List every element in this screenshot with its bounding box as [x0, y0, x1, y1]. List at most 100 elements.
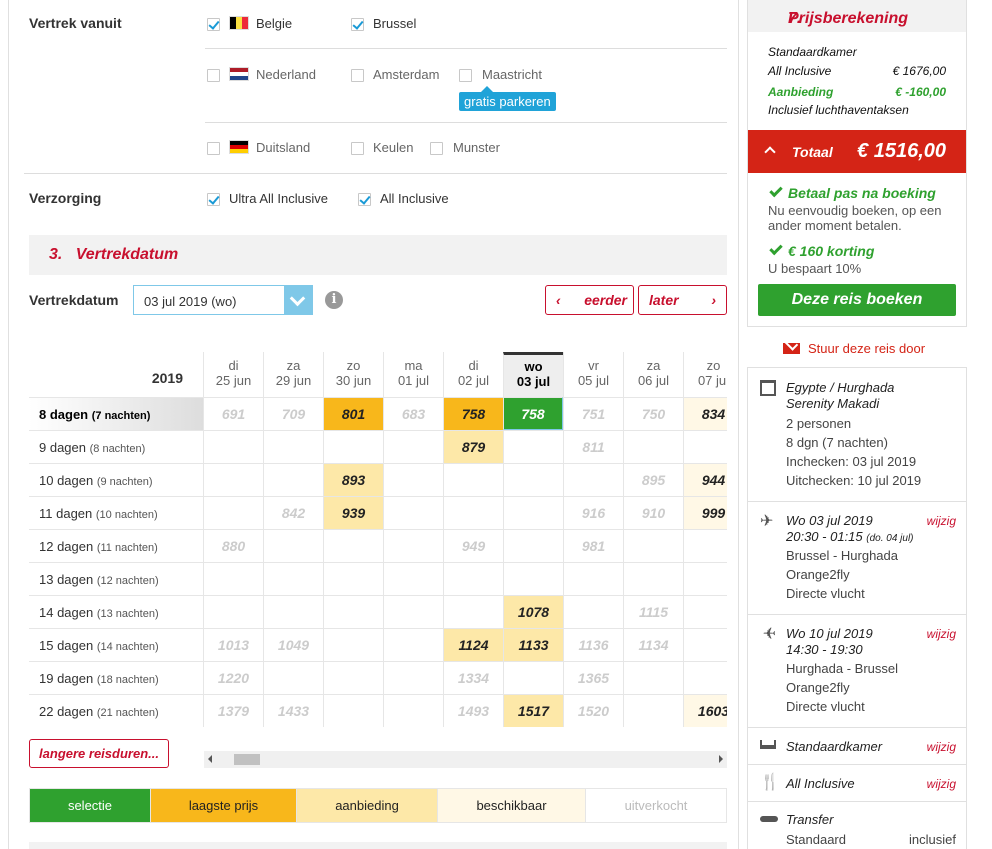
duration: 8 dgn (7 nachten): [786, 435, 888, 450]
price-cell[interactable]: 981: [563, 529, 623, 562]
earlier-button[interactable]: ‹ eerder: [545, 285, 634, 315]
price-cell[interactable]: 1115: [623, 595, 683, 628]
price-cell[interactable]: 1493: [443, 694, 503, 727]
price-cell[interactable]: 999: [683, 496, 727, 529]
price-cell[interactable]: 939: [323, 496, 383, 529]
country-nederland[interactable]: Nederland: [256, 67, 316, 82]
longer-durations-button[interactable]: langere reisduren...: [29, 739, 169, 768]
usp-discount-title: € 160 korting: [788, 243, 875, 259]
checkbox-belgie[interactable]: [207, 18, 220, 31]
price-cell[interactable]: 1603: [683, 694, 727, 727]
scroll-right-icon[interactable]: [719, 755, 723, 763]
price-cell[interactable]: 750: [623, 397, 683, 430]
date-select[interactable]: 03 jul 2019 (wo): [133, 285, 313, 315]
price-grid: 2019 di 25 jun za 29 jun zo 30 jun ma 01 jul di 0…: [29, 352, 727, 730]
price-cell[interactable]: 879: [443, 430, 503, 463]
later-button[interactable]: later ›: [638, 285, 727, 315]
horizontal-scrollbar[interactable]: [204, 751, 727, 768]
checkbox-brussel[interactable]: [351, 18, 364, 31]
book-button[interactable]: Deze reis boeken: [758, 284, 956, 316]
date-column-header[interactable]: za 06 jul: [623, 352, 683, 397]
empty-cell: [203, 463, 263, 496]
price-cell[interactable]: 709: [263, 397, 323, 430]
chevron-down-icon[interactable]: [284, 286, 312, 314]
scroll-thumb[interactable]: [234, 754, 260, 765]
city-brussel[interactable]: Brussel: [373, 16, 416, 31]
checkbox-keulen[interactable]: [351, 142, 364, 155]
inbound-time: 14:30 - 19:30: [786, 642, 863, 657]
board-ultra-all-inclusive[interactable]: Ultra All Inclusive: [229, 191, 328, 206]
checkbox-duitsland[interactable]: [207, 142, 220, 155]
date-column-header[interactable]: di 02 jul: [443, 352, 503, 397]
price-cell[interactable]: 895: [623, 463, 683, 496]
price-cell[interactable]: 910: [623, 496, 683, 529]
price-cell[interactable]: 944: [683, 463, 727, 496]
price-cell[interactable]: 758: [503, 397, 563, 430]
board-all-inclusive[interactable]: All Inclusive: [380, 191, 449, 206]
price-cell[interactable]: 1124: [443, 628, 503, 661]
price-cell[interactable]: 758: [443, 397, 503, 430]
date-column-header[interactable]: za 29 jun: [263, 352, 323, 397]
empty-cell: [563, 463, 623, 496]
empty-cell: [383, 628, 443, 661]
price-cell[interactable]: 1334: [443, 661, 503, 694]
edit-inbound-link[interactable]: wijzig: [927, 627, 956, 641]
checkbox-nederland[interactable]: [207, 69, 220, 82]
board-type: All Inclusive: [786, 776, 855, 791]
info-icon[interactable]: i: [325, 291, 343, 309]
price-cell[interactable]: 1433: [263, 694, 323, 727]
price-cell[interactable]: 1517: [503, 694, 563, 727]
date-column-header[interactable]: vr 05 jul: [563, 352, 623, 397]
price-cell[interactable]: 1133: [503, 628, 563, 661]
price-cell[interactable]: 1049: [263, 628, 323, 661]
price-cell[interactable]: 893: [323, 463, 383, 496]
price-cell[interactable]: 834: [683, 397, 727, 430]
checkbox-munster[interactable]: [430, 142, 443, 155]
checkbox-all-inclusive[interactable]: [358, 193, 371, 206]
country-duitsland[interactable]: Duitsland: [256, 140, 310, 155]
price-cell[interactable]: 842: [263, 496, 323, 529]
city-amsterdam[interactable]: Amsterdam: [373, 67, 439, 82]
date-column-header[interactable]: wo 03 jul: [503, 352, 563, 397]
price-cell[interactable]: 1365: [563, 661, 623, 694]
date-column-header[interactable]: zo 30 jun: [323, 352, 383, 397]
transfer-section: Transfer Standaard inclusief: [748, 802, 966, 849]
price-cell[interactable]: 1379: [203, 694, 263, 727]
price-cell[interactable]: 916: [563, 496, 623, 529]
price-header: 7. Prijsberekening: [748, 0, 966, 32]
price-cell[interactable]: 811: [563, 430, 623, 463]
price-cell[interactable]: 1520: [563, 694, 623, 727]
total-label: Totaal: [792, 144, 833, 160]
price-cell[interactable]: 949: [443, 529, 503, 562]
price-cell[interactable]: 1078: [503, 595, 563, 628]
scroll-left-icon[interactable]: [208, 755, 212, 763]
price-cell[interactable]: 1220: [203, 661, 263, 694]
date-column-header[interactable]: zo 07 jul: [683, 352, 727, 397]
edit-room-link[interactable]: wijzig: [927, 740, 956, 754]
date-column-header[interactable]: ma 01 jul: [383, 352, 443, 397]
checkbox-maastricht[interactable]: [459, 69, 472, 82]
country-belgie[interactable]: Belgie: [256, 16, 292, 31]
checkout: Uitchecken: 10 jul 2019: [786, 473, 922, 488]
price-cell[interactable]: 880: [203, 529, 263, 562]
price-cell[interactable]: 801: [323, 397, 383, 430]
city-maastricht[interactable]: Maastricht: [482, 67, 542, 82]
price-cell[interactable]: 683: [383, 397, 443, 430]
price-cell[interactable]: 751: [563, 397, 623, 430]
edit-board-link[interactable]: wijzig: [927, 777, 956, 791]
departure-label: Vertrek vanuit: [29, 15, 122, 31]
empty-cell: [323, 595, 383, 628]
city-munster[interactable]: Munster: [453, 140, 500, 155]
checkbox-ultra-all-inclusive[interactable]: [207, 193, 220, 206]
total-bar[interactable]: Totaal € 1516,00: [748, 130, 966, 173]
price-cell[interactable]: 1136: [563, 628, 623, 661]
chevron-up-icon[interactable]: [764, 146, 776, 158]
share-link[interactable]: Stuur deze reis door: [783, 337, 953, 356]
date-column-header[interactable]: di 25 jun: [203, 352, 263, 397]
checkbox-amsterdam[interactable]: [351, 69, 364, 82]
price-cell[interactable]: 691: [203, 397, 263, 430]
edit-outbound-link[interactable]: wijzig: [927, 514, 956, 528]
city-keulen[interactable]: Keulen: [373, 140, 413, 155]
price-cell[interactable]: 1134: [623, 628, 683, 661]
price-cell[interactable]: 1013: [203, 628, 263, 661]
